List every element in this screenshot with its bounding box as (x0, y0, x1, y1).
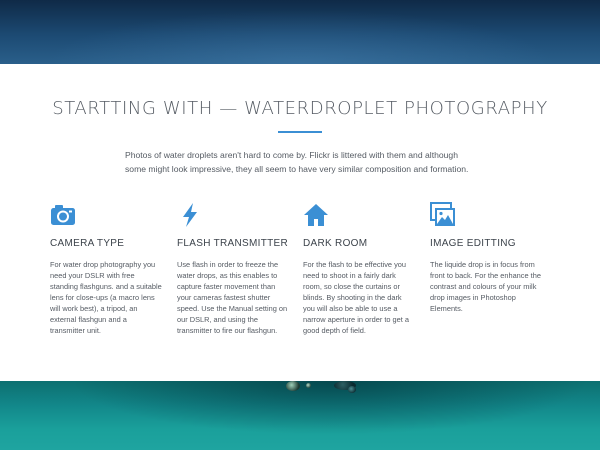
title-divider (278, 131, 322, 133)
feature-camera-type: CAMERA TYPE For water drop photography y… (50, 202, 162, 336)
features-grid: CAMERA TYPE For water drop photography y… (0, 202, 600, 372)
feature-flash-transmitter: FLASH TRANSMITTER Use flash in order to … (177, 202, 289, 336)
feature-title: IMAGE EDITTING (430, 238, 516, 249)
feature-description: The liquide drop is in focus from front … (430, 260, 541, 313)
home-icon (304, 204, 328, 226)
hero-image-top (0, 0, 600, 64)
feature-description: Use flash in order to freeze the water d… (177, 260, 288, 335)
water-droplet (286, 381, 300, 391)
images-icon (430, 202, 455, 226)
water-droplet (306, 383, 311, 388)
feature-title: DARK ROOM (303, 238, 368, 249)
feature-image-editting: IMAGE EDITTING The liquide drop is in fo… (430, 202, 542, 314)
feature-title: CAMERA TYPE (50, 238, 125, 249)
camera-icon (51, 205, 75, 225)
hero-image-bottom (0, 381, 600, 450)
feature-title: FLASH TRANSMITTER (177, 238, 289, 249)
feature-dark-room: DARK ROOM For the flash to be effective … (303, 202, 415, 336)
feature-description: For the flash to be effective you need t… (303, 260, 409, 335)
section-title: STARTTING WITH — WATERDROPLET PHOTOGRAPH… (52, 98, 548, 119)
water-droplet (348, 386, 356, 393)
section-intro: Photos of water droplets aren't hard to … (125, 150, 469, 174)
features-section: STARTTING WITH — WATERDROPLET PHOTOGRAPH… (0, 64, 600, 381)
lightning-bolt-icon (183, 203, 197, 227)
feature-description: For water drop photography you need your… (50, 260, 162, 335)
